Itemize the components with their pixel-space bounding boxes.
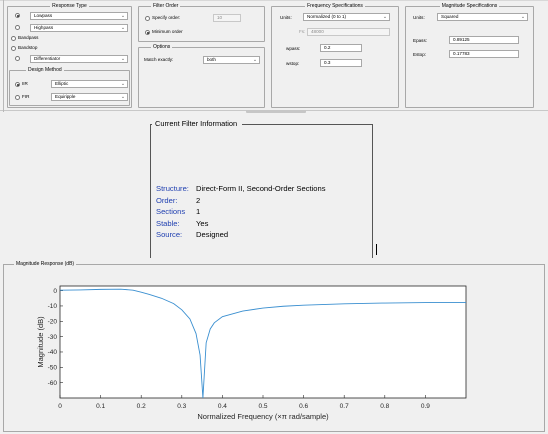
x-tick-label: 0.6: [299, 403, 308, 410]
y-tick-label: -10: [48, 303, 58, 310]
y-tick-label: -40: [48, 349, 58, 356]
y-tick-label: -30: [48, 334, 58, 341]
y-tick-label: -50: [48, 365, 58, 372]
x-tick-label: 0.4: [218, 403, 227, 410]
y-tick-label: 0: [53, 288, 57, 295]
x-tick-label: 0.5: [258, 403, 267, 410]
x-tick-label: 0.8: [380, 403, 389, 410]
x-tick-label: 0.3: [177, 403, 186, 410]
x-tick-label: 0: [58, 403, 62, 410]
x-tick-label: 0.9: [421, 403, 430, 410]
y-tick-label: -20: [48, 318, 58, 325]
x-tick-label: 0.2: [137, 403, 146, 410]
y-tick-label: -60: [48, 380, 58, 387]
x-tick-label: 0.7: [340, 403, 349, 410]
magnitude-response-chart: 0 0.1 0.2 0.3 0.4 0.5 0.6 0.7 0.8 0.9 0 -10 -20 -30 -4…: [36, 285, 467, 421]
y-axis-label: Magnitude (dB): [36, 316, 45, 368]
x-axis-label: Normalized Frequency (×π rad/sample): [197, 412, 329, 421]
x-tick-label: 0.1: [96, 403, 105, 410]
